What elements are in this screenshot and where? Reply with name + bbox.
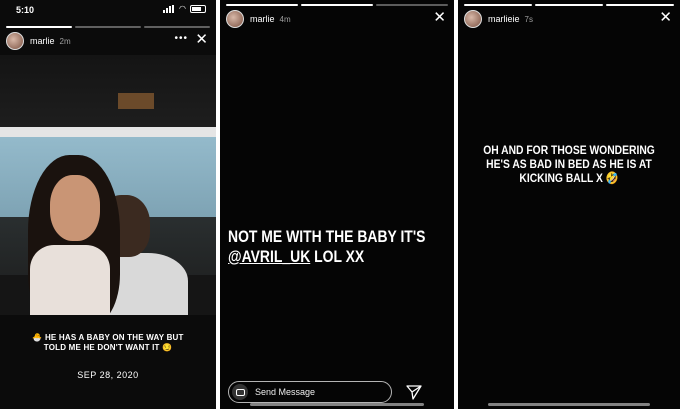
send-message-input[interactable]: Send Message — [228, 381, 392, 403]
post-time: 4m — [279, 14, 291, 24]
direct-send-icon[interactable] — [406, 384, 422, 400]
status-time: 5:10 — [16, 5, 35, 15]
signal-icon — [163, 4, 175, 13]
post-time: 7s — [524, 14, 533, 24]
story-progress — [226, 4, 448, 6]
story-photo — [0, 55, 216, 315]
home-indicator — [488, 403, 650, 406]
story-panel-3: marlieie 7s ✕ OH AND FOR THOSE WONDERING… — [458, 0, 680, 409]
wifi-icon: ◠ — [179, 4, 186, 13]
story-text: OH AND FOR THOSE WONDERING HE'S AS BAD I… — [483, 143, 655, 185]
home-indicator — [250, 403, 424, 406]
story-text: NOT ME WITH THE BABY IT'S @AVRIL_UK LOL … — [228, 227, 426, 267]
mention-link[interactable]: @AVRIL_UK — [228, 247, 310, 266]
username[interactable]: marlie — [30, 36, 55, 46]
close-icon[interactable]: ✕ — [659, 9, 672, 27]
camera-icon[interactable] — [232, 384, 248, 400]
avatar[interactable] — [464, 10, 482, 28]
avatar[interactable] — [6, 32, 24, 50]
avatar[interactable] — [226, 10, 244, 28]
more-options-icon[interactable]: ••• — [174, 33, 188, 44]
close-icon[interactable]: ✕ — [433, 9, 446, 27]
username[interactable]: marlie — [250, 14, 275, 24]
story-header: marlie 4m ✕ — [226, 9, 448, 29]
status-bar: 5:10 ◠ — [0, 0, 216, 20]
story-text-line2: @AVRIL_UK LOL XX — [228, 247, 413, 267]
story-caption: 🐣 HE HAS A BABY ON THE WAY BUT TOLD ME H… — [32, 333, 184, 352]
story-header: marlieie 7s ✕ — [464, 9, 674, 29]
close-icon[interactable]: ✕ — [195, 31, 208, 49]
story-date: SEP 28, 2020 — [77, 370, 139, 380]
story-text-line1: NOT ME WITH THE BABY IT'S — [228, 227, 426, 246]
story-panel-2: marlie 4m ✕ NOT ME WITH THE BABY IT'S @A… — [220, 0, 454, 409]
post-time: 2m — [59, 36, 71, 46]
story-text-line2-rest: LOL XX — [310, 247, 365, 266]
story-panel-1: 5:10 ◠ marlie 2m ••• ✕ 🐣 HE HAS A BABY O… — [0, 0, 216, 409]
story-header: marlie 2m ••• ✕ — [6, 31, 210, 51]
username[interactable]: marlieie — [488, 14, 520, 24]
story-progress — [464, 4, 674, 6]
battery-icon — [190, 4, 206, 13]
story-progress — [6, 26, 210, 28]
send-message-placeholder: Send Message — [255, 387, 316, 397]
